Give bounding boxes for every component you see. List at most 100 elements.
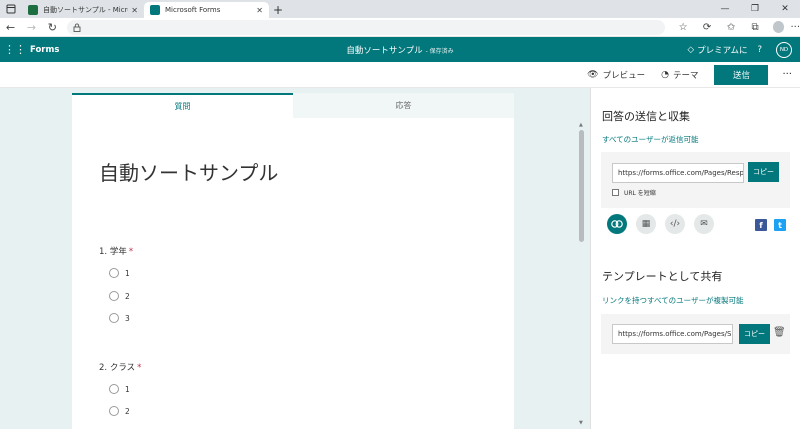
tab-questions[interactable]: 質問 <box>72 93 293 118</box>
twitter-icon[interactable]: t <box>774 219 786 231</box>
more-icon[interactable]: ··· <box>790 22 800 33</box>
shorten-url-checkbox[interactable]: URL を短縮 <box>612 188 656 197</box>
option-label: 2 <box>125 291 130 301</box>
option-item[interactable]: 2 <box>109 291 130 301</box>
preview-label: プレビュー <box>602 70 646 81</box>
minimize-icon[interactable]: — <box>710 0 740 18</box>
tab-actions-icon[interactable] <box>0 0 22 18</box>
qr-code-icon[interactable]: ▦ <box>636 214 656 234</box>
option-item[interactable]: 2 <box>109 406 130 416</box>
extensions-icon[interactable]: ⟳ <box>695 22 719 33</box>
form-tabs: 質問 応答 <box>72 93 514 118</box>
collect-scope-link[interactable]: すべてのユーザーが返信可能 <box>602 134 699 145</box>
option-label: 3 <box>125 313 130 323</box>
favorites-icon[interactable]: ☆ <box>671 22 695 33</box>
refresh-icon[interactable]: ↻ <box>42 21 63 34</box>
theme-label: テーマ <box>672 70 699 81</box>
radio-icon <box>109 291 119 301</box>
palette-icon: ◔ <box>661 69 669 80</box>
share-link-box: https://forms.office.com/Pages/Shar コピー … <box>601 314 790 354</box>
profile-icon[interactable] <box>773 21 785 33</box>
avatar[interactable]: ND <box>776 41 792 58</box>
lock-icon <box>73 23 81 32</box>
question-number: 2. <box>99 363 108 373</box>
link-icon[interactable] <box>607 214 627 234</box>
preview-button[interactable]: 👁 プレビュー <box>587 69 645 81</box>
scrollbar[interactable]: ▲ ▼ <box>578 122 586 426</box>
required-mark: * <box>137 363 142 373</box>
form-canvas: 質問 応答 自動ソートサンプル 1. 学年 * 1 2 3 2. クラス * 1 2 <box>0 88 590 429</box>
browser-tab-excel[interactable]: 自動ソートサンプル - Microsoft Excel ✕ <box>22 2 144 18</box>
question-number: 1. <box>99 247 108 257</box>
collect-link-box: https://forms.office.com/Pages/Respon コピ… <box>601 152 790 208</box>
embed-icon[interactable]: ‹/› <box>665 214 685 234</box>
share-url-field[interactable]: https://forms.office.com/Pages/Shar <box>612 324 733 344</box>
eye-icon: 👁 <box>587 69 599 80</box>
scroll-up-icon[interactable]: ▲ <box>579 122 583 128</box>
share-copy-button[interactable]: コピー <box>739 324 770 344</box>
scroll-down-icon[interactable]: ▼ <box>579 420 583 426</box>
option-label: 2 <box>125 406 130 416</box>
save-status: - 保存済み <box>425 47 454 55</box>
close-icon[interactable]: ✕ <box>256 6 263 15</box>
option-item[interactable]: 1 <box>109 384 130 394</box>
diamond-icon: ◇ <box>687 44 695 55</box>
premium-label: プレミアムに <box>697 45 748 56</box>
option-item[interactable]: 3 <box>109 313 130 323</box>
excel-icon <box>28 5 38 15</box>
radio-icon <box>109 268 119 278</box>
tab-title: 自動ソートサンプル - Microsoft Excel <box>43 6 128 14</box>
copy-button[interactable]: コピー <box>748 162 779 182</box>
shorten-label: URL を短縮 <box>624 190 656 197</box>
form-name: 自動ソートサンプル <box>346 45 423 56</box>
help-button[interactable]: ? <box>757 45 762 55</box>
share-scope-link[interactable]: リンクを持つすべてのユーザーが複製可能 <box>602 295 744 306</box>
required-mark: * <box>128 247 134 257</box>
form-title[interactable]: 自動ソートサンプル <box>99 157 278 186</box>
option-item[interactable]: 1 <box>109 268 130 278</box>
share-heading: テンプレートとして共有 <box>602 270 723 283</box>
premium-button[interactable]: ◇ プレミアムに <box>688 44 748 56</box>
window-controls: — ❐ ✕ <box>710 0 800 18</box>
share-panel: 回答の送信と収集 すべてのユーザーが返信可能 https://forms.off… <box>590 88 800 429</box>
radio-icon <box>109 406 119 416</box>
forms-header: ⋮⋮ Forms 自動ソートサンプル - 保存済み ◇ プレミアムに ? ND <box>0 37 800 62</box>
tab-title: Microsoft Forms <box>165 6 221 14</box>
command-bar: 👁 プレビュー ◔ テーマ 送信 ··· <box>0 62 800 88</box>
checkbox-icon <box>612 189 619 196</box>
option-label: 1 <box>125 384 130 394</box>
doc-title: 自動ソートサンプル - 保存済み <box>0 44 800 56</box>
theme-button[interactable]: ◔ テーマ <box>661 69 698 81</box>
form-card: 質問 応答 自動ソートサンプル 1. 学年 * 1 2 3 2. クラス * 1 2 <box>72 93 514 429</box>
facebook-icon[interactable]: f <box>755 219 767 231</box>
option-label: 1 <box>125 268 130 278</box>
question-text: クラス <box>109 363 136 373</box>
collect-url-field[interactable]: https://forms.office.com/Pages/Respon <box>612 163 744 183</box>
app-launcher-icon[interactable]: ⋮⋮ <box>0 43 30 56</box>
forms-icon <box>150 5 160 15</box>
more-options-button[interactable]: ··· <box>782 69 792 80</box>
radio-icon <box>109 384 119 394</box>
close-icon[interactable]: ✕ <box>131 6 138 15</box>
scrollbar-thumb[interactable] <box>579 130 584 242</box>
question-1[interactable]: 1. 学年 * <box>99 245 133 257</box>
url-field[interactable] <box>66 19 666 35</box>
back-icon[interactable]: ← <box>0 21 21 34</box>
collect-heading: 回答の送信と収集 <box>602 110 690 123</box>
maximize-icon[interactable]: ❐ <box>740 0 770 18</box>
browser-tab-forms[interactable]: Microsoft Forms ✕ <box>144 2 269 18</box>
new-tab-button[interactable]: + <box>269 2 287 18</box>
browser-tab-strip: 自動ソートサンプル - Microsoft Excel ✕ Microsoft … <box>0 0 800 18</box>
question-text: 学年 <box>109 247 127 257</box>
collections-icon[interactable]: ⧉ <box>743 22 767 33</box>
forward-icon[interactable]: → <box>21 21 42 34</box>
tab-responses[interactable]: 応答 <box>293 93 514 118</box>
email-icon[interactable]: ✉ <box>694 214 714 234</box>
close-window-icon[interactable]: ✕ <box>770 0 800 18</box>
trash-icon[interactable]: 🗑 <box>773 327 786 338</box>
address-bar: ← → ↻ ☆ ⟳ ✩ ⧉ ··· <box>0 18 800 37</box>
app-name[interactable]: Forms <box>30 45 59 55</box>
send-button[interactable]: 送信 <box>714 64 769 85</box>
question-2[interactable]: 2. クラス * <box>99 361 141 373</box>
collections-icon[interactable]: ✩ <box>719 22 743 33</box>
